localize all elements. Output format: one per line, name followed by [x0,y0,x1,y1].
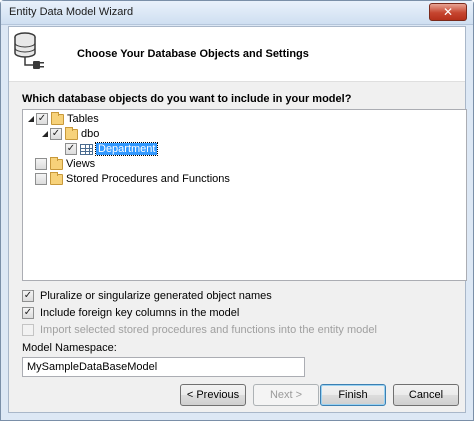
table-icon [80,143,93,155]
finish-button[interactable]: Finish [320,384,386,406]
title-bar[interactable]: Entity Data Model Wizard ✕ [1,1,473,25]
pluralize-label[interactable]: Pluralize or singularize generated objec… [40,290,272,302]
foreign-keys-option[interactable]: Include foreign key columns in the model [22,306,239,320]
tree-node-stored-procedures[interactable]: Stored Procedures and Functions [35,171,230,186]
previous-button[interactable]: < Previous [180,384,246,406]
next-button: Next > [253,384,319,406]
folder-icon [51,111,64,125]
foreign-keys-label[interactable]: Include foreign key columns in the model [40,307,239,319]
tree-node-views[interactable]: Views [35,156,96,171]
namespace-input[interactable] [22,357,305,377]
pluralize-checkbox[interactable] [22,290,34,302]
tree-node-label: Stored Procedures and Functions [66,173,230,185]
window-title: Entity Data Model Wizard [9,6,134,18]
tree-node-label: Tables [67,113,99,125]
wizard-header: Choose Your Database Objects and Setting… [9,27,465,82]
folder-icon [50,171,63,185]
database-objects-tree[interactable]: Tables dbo Department Views Sto [22,109,467,281]
expand-collapse-icon[interactable] [41,130,50,139]
import-procs-checkbox [22,324,34,336]
views-checkbox[interactable] [35,158,47,170]
wizard-client-area: Choose Your Database Objects and Setting… [8,26,467,413]
wizard-window: Entity Data Model Wizard ✕ Choose Your D… [0,0,474,421]
page-title: Choose Your Database Objects and Setting… [77,48,309,60]
folder-icon [65,126,78,140]
dbo-checkbox[interactable] [50,128,62,140]
cancel-button[interactable]: Cancel [393,384,459,406]
department-checkbox[interactable] [65,143,77,155]
tree-node-label: dbo [81,128,100,140]
tree-node-dbo[interactable]: dbo [41,126,100,141]
tree-node-tables[interactable]: Tables [27,111,99,126]
database-plug-icon [14,32,44,69]
tables-checkbox[interactable] [36,113,48,125]
pluralize-option[interactable]: Pluralize or singularize generated objec… [22,289,272,303]
namespace-label: Model Namespace: [22,342,117,354]
close-button[interactable]: ✕ [429,3,467,21]
tree-node-department[interactable]: Department [65,142,159,156]
objects-question-label: Which database objects do you want to in… [22,93,352,105]
tree-node-label: Views [66,158,96,170]
stored-procedures-checkbox[interactable] [35,173,47,185]
folder-icon [50,156,63,170]
import-procs-option: Import selected stored procedures and fu… [22,323,377,337]
tree-node-label: Department [94,142,159,156]
expand-collapse-icon[interactable] [27,115,36,124]
import-procs-label: Import selected stored procedures and fu… [40,324,377,336]
foreign-keys-checkbox[interactable] [22,307,34,319]
